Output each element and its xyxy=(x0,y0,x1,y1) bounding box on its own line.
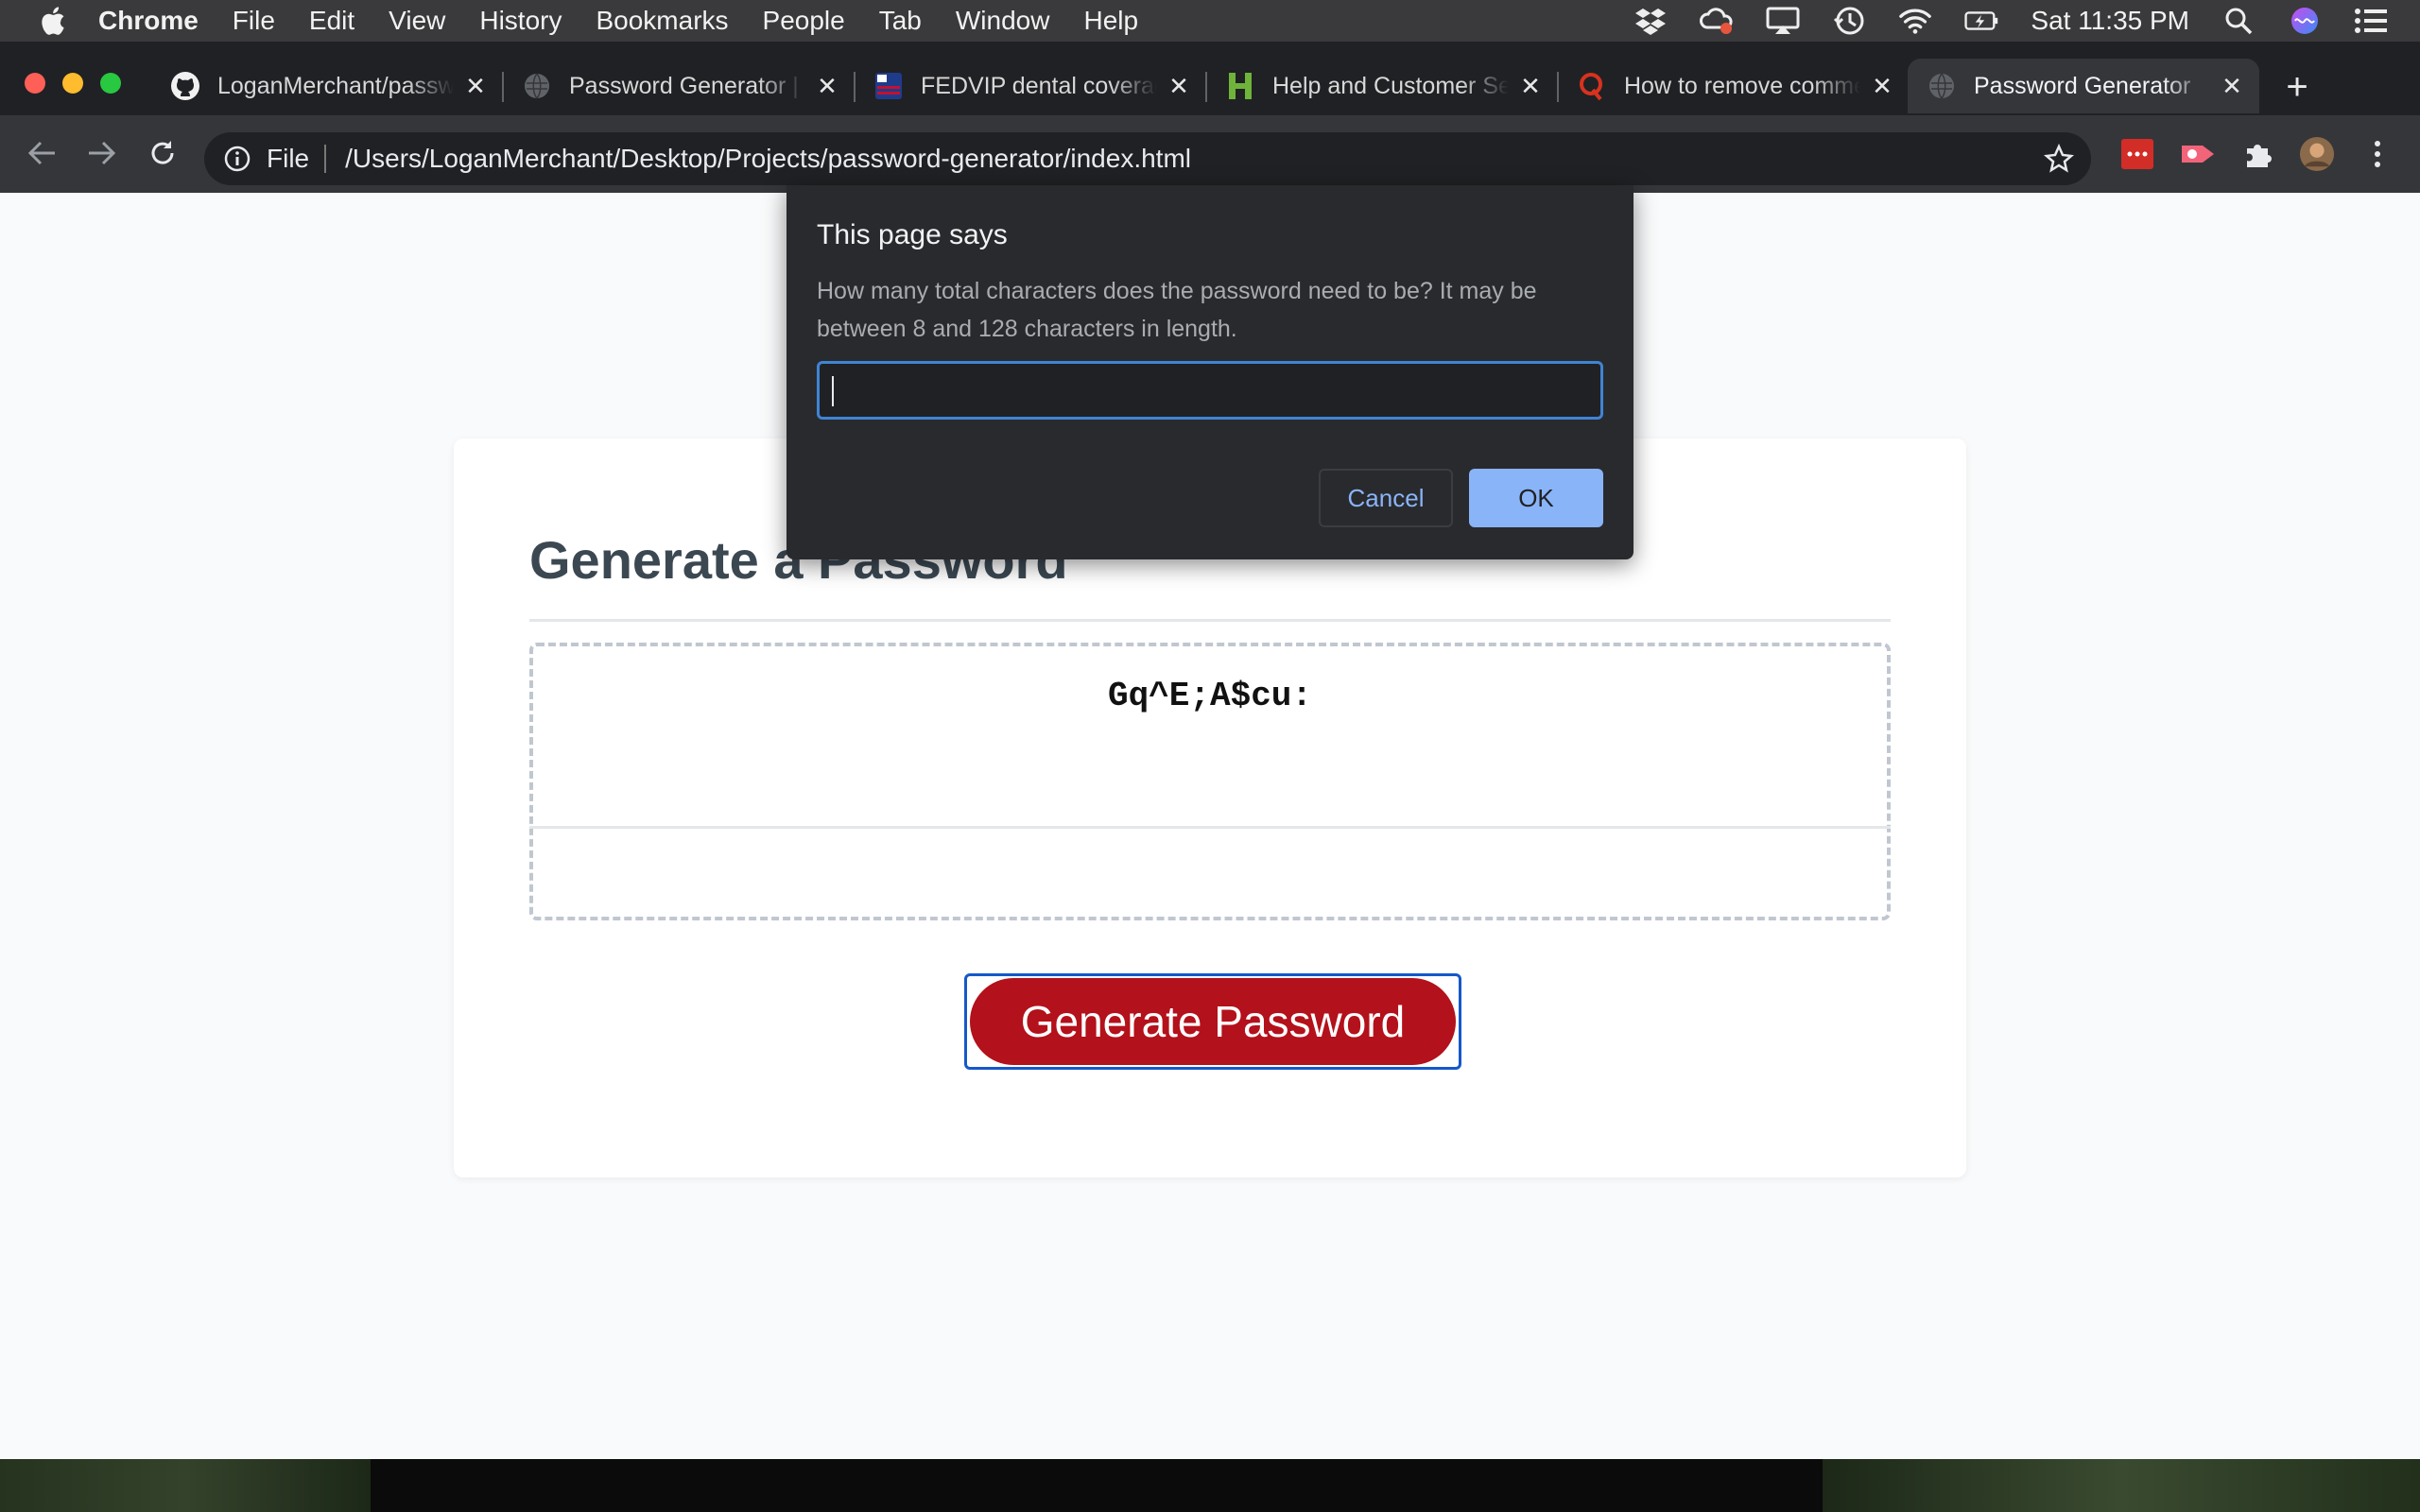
desktop-wallpaper-right xyxy=(1823,1459,2420,1512)
airplay-icon[interactable] xyxy=(1766,7,1800,35)
window-close-button[interactable] xyxy=(25,73,45,94)
reload-icon[interactable] xyxy=(144,134,182,172)
tab-github[interactable]: LoganMerchant/password-generator ✕ xyxy=(151,59,504,113)
forward-arrow-icon[interactable] xyxy=(83,134,121,172)
h-icon xyxy=(1225,71,1255,101)
chrome-menu-kebab-icon[interactable] xyxy=(2360,136,2395,172)
quora-icon xyxy=(1577,71,1607,101)
close-tab-icon[interactable]: ✕ xyxy=(1165,72,1193,100)
menu-bookmarks[interactable]: Bookmarks xyxy=(596,6,728,36)
tab-title: LoganMerchant/password-generator xyxy=(217,72,454,99)
video-recorder-icon[interactable] xyxy=(2180,136,2216,172)
close-tab-icon[interactable]: ✕ xyxy=(1516,72,1545,100)
desktop-wallpaper-left xyxy=(0,1459,371,1512)
tab-fedvip[interactable]: FEDVIP dental coverage ✕ xyxy=(855,59,1207,113)
password-text: Gq^E;A$cu: xyxy=(1107,677,1313,715)
tab-title: FEDVIP dental coverage xyxy=(921,72,1157,99)
tab-strip: LoganMerchant/password-generator ✕ Passw… xyxy=(0,42,2420,115)
menu-history[interactable]: History xyxy=(479,6,562,36)
ok-button[interactable]: OK xyxy=(1469,469,1603,527)
back-arrow-icon[interactable] xyxy=(23,134,60,172)
dialog-input-field[interactable] xyxy=(817,361,1603,420)
dropbox-icon[interactable] xyxy=(1634,7,1668,35)
text-caret xyxy=(832,376,834,406)
window-zoom-button[interactable] xyxy=(100,73,121,94)
generate-button-focus-ring: Generate Password xyxy=(964,973,1461,1070)
menu-people[interactable]: People xyxy=(763,6,845,36)
tab-title: How to remove comments xyxy=(1624,72,1860,99)
globe-icon xyxy=(522,71,552,101)
notification-center-icon[interactable] xyxy=(2354,7,2388,35)
tab-password-generator-active[interactable]: Password Generator ✕ xyxy=(1908,59,2259,113)
prompt-dialog: This page says How many total characters… xyxy=(786,185,1634,559)
close-tab-icon[interactable]: ✕ xyxy=(461,72,490,100)
address-bar[interactable]: File /Users/LoganMerchant/Desktop/Projec… xyxy=(204,132,2091,185)
close-tab-icon[interactable]: ✕ xyxy=(813,72,841,100)
wifi-icon[interactable] xyxy=(1898,7,1932,35)
menu-window[interactable]: Window xyxy=(956,6,1050,36)
new-tab-button[interactable]: + xyxy=(2278,68,2316,108)
tab-title: Password Generator | LoganMerchant xyxy=(569,72,805,99)
battery-icon[interactable] xyxy=(1964,7,1998,35)
omnibox-divider xyxy=(324,145,327,173)
tab-help-customer-service[interactable]: Help and Customer Service ✕ xyxy=(1206,59,1559,113)
desktop-background xyxy=(0,1459,2420,1512)
globe-icon xyxy=(1927,71,1957,101)
tab-title: Help and Customer Service xyxy=(1272,72,1509,99)
url-text[interactable]: /Users/LoganMerchant/Desktop/Projects/pa… xyxy=(345,144,1191,174)
window-minimize-button[interactable] xyxy=(62,73,83,94)
cancel-button[interactable]: Cancel xyxy=(1319,469,1453,527)
time-machine-icon[interactable] xyxy=(1832,7,1866,35)
menu-tab[interactable]: Tab xyxy=(879,6,922,36)
siri-icon[interactable] xyxy=(2288,7,2322,35)
apple-icon[interactable] xyxy=(38,5,66,37)
generate-password-button[interactable]: Generate Password xyxy=(970,978,1456,1065)
status-area: Sat 11:35 PM xyxy=(1634,0,2420,42)
tab-password-generator-remote[interactable]: Password Generator | LoganMerchant ✕ xyxy=(503,59,856,113)
menu-help[interactable]: Help xyxy=(1083,6,1138,36)
creative-cloud-icon[interactable] xyxy=(1700,7,1734,35)
github-icon xyxy=(170,71,200,101)
tab-title: Password Generator xyxy=(1974,72,2191,99)
profile-avatar[interactable] xyxy=(2299,136,2335,172)
bookmark-star-icon[interactable] xyxy=(2044,144,2074,174)
dialog-title: This page says xyxy=(817,219,1008,250)
close-tab-icon[interactable]: ✕ xyxy=(1868,72,1896,100)
menu-file[interactable]: File xyxy=(233,6,275,36)
close-tab-icon[interactable]: ✕ xyxy=(2218,72,2246,100)
dialog-message: How many total characters does the passw… xyxy=(817,278,1537,342)
url-scheme-label: File xyxy=(267,144,310,173)
macos-menu-bar: Chrome File Edit View History Bookmarks … xyxy=(0,0,2420,42)
menu-view[interactable]: View xyxy=(389,6,445,36)
password-output[interactable]: Gq^E;A$cu: xyxy=(529,643,1891,920)
menu-app-name[interactable]: Chrome xyxy=(98,6,199,36)
info-icon[interactable] xyxy=(223,145,251,173)
extensions-puzzle-icon[interactable] xyxy=(2240,136,2276,172)
fedvip-icon xyxy=(873,71,904,101)
card-footer-divider xyxy=(529,826,1891,829)
menu-edit[interactable]: Edit xyxy=(309,6,354,36)
menubar-clock[interactable]: Sat 11:35 PM xyxy=(2031,6,2189,36)
tab-how-to-remove-comments[interactable]: How to remove comments ✕ xyxy=(1558,59,1910,113)
card-header-divider xyxy=(529,619,1891,622)
browser-toolbar: File /Users/LoganMerchant/Desktop/Projec… xyxy=(0,115,2420,193)
spotlight-search-icon[interactable] xyxy=(2221,7,2256,35)
lastpass-icon[interactable] xyxy=(2119,136,2155,172)
